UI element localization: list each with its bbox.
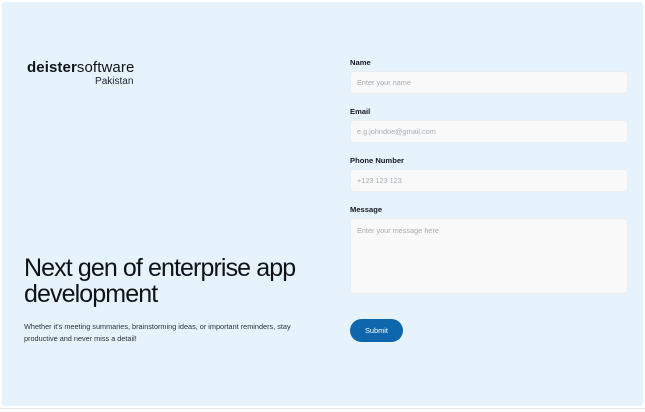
phone-group: Phone Number: [350, 156, 629, 192]
logo-region: Pakistan: [95, 76, 134, 87]
email-input[interactable]: [350, 120, 628, 143]
hero-headline: Next gen of enterprise app development: [24, 254, 296, 308]
logo-wordmark: deistersoftware: [27, 60, 134, 76]
hero-tagline: Whether it's meeting summaries, brainsto…: [24, 322, 291, 343]
name-label: Name: [350, 58, 371, 67]
name-group: Name: [350, 58, 629, 94]
brand-logo: deistersoftware Pakistan: [27, 60, 134, 88]
email-group: Email: [350, 107, 629, 143]
message-group: Message: [350, 205, 629, 294]
email-label: Email: [350, 107, 371, 116]
page-divider: [0, 408, 645, 409]
logo-name-bold: deister: [27, 59, 77, 76]
submit-button[interactable]: Submit: [350, 319, 403, 342]
name-input[interactable]: [350, 71, 628, 94]
contact-form: Name Email Phone Number Message: [350, 58, 629, 294]
logo-name-light: software: [76, 59, 135, 76]
message-label: Message: [350, 205, 383, 214]
phone-label: Phone Number: [350, 156, 405, 165]
message-textarea[interactable]: [350, 218, 628, 294]
phone-input[interactable]: [350, 169, 628, 192]
